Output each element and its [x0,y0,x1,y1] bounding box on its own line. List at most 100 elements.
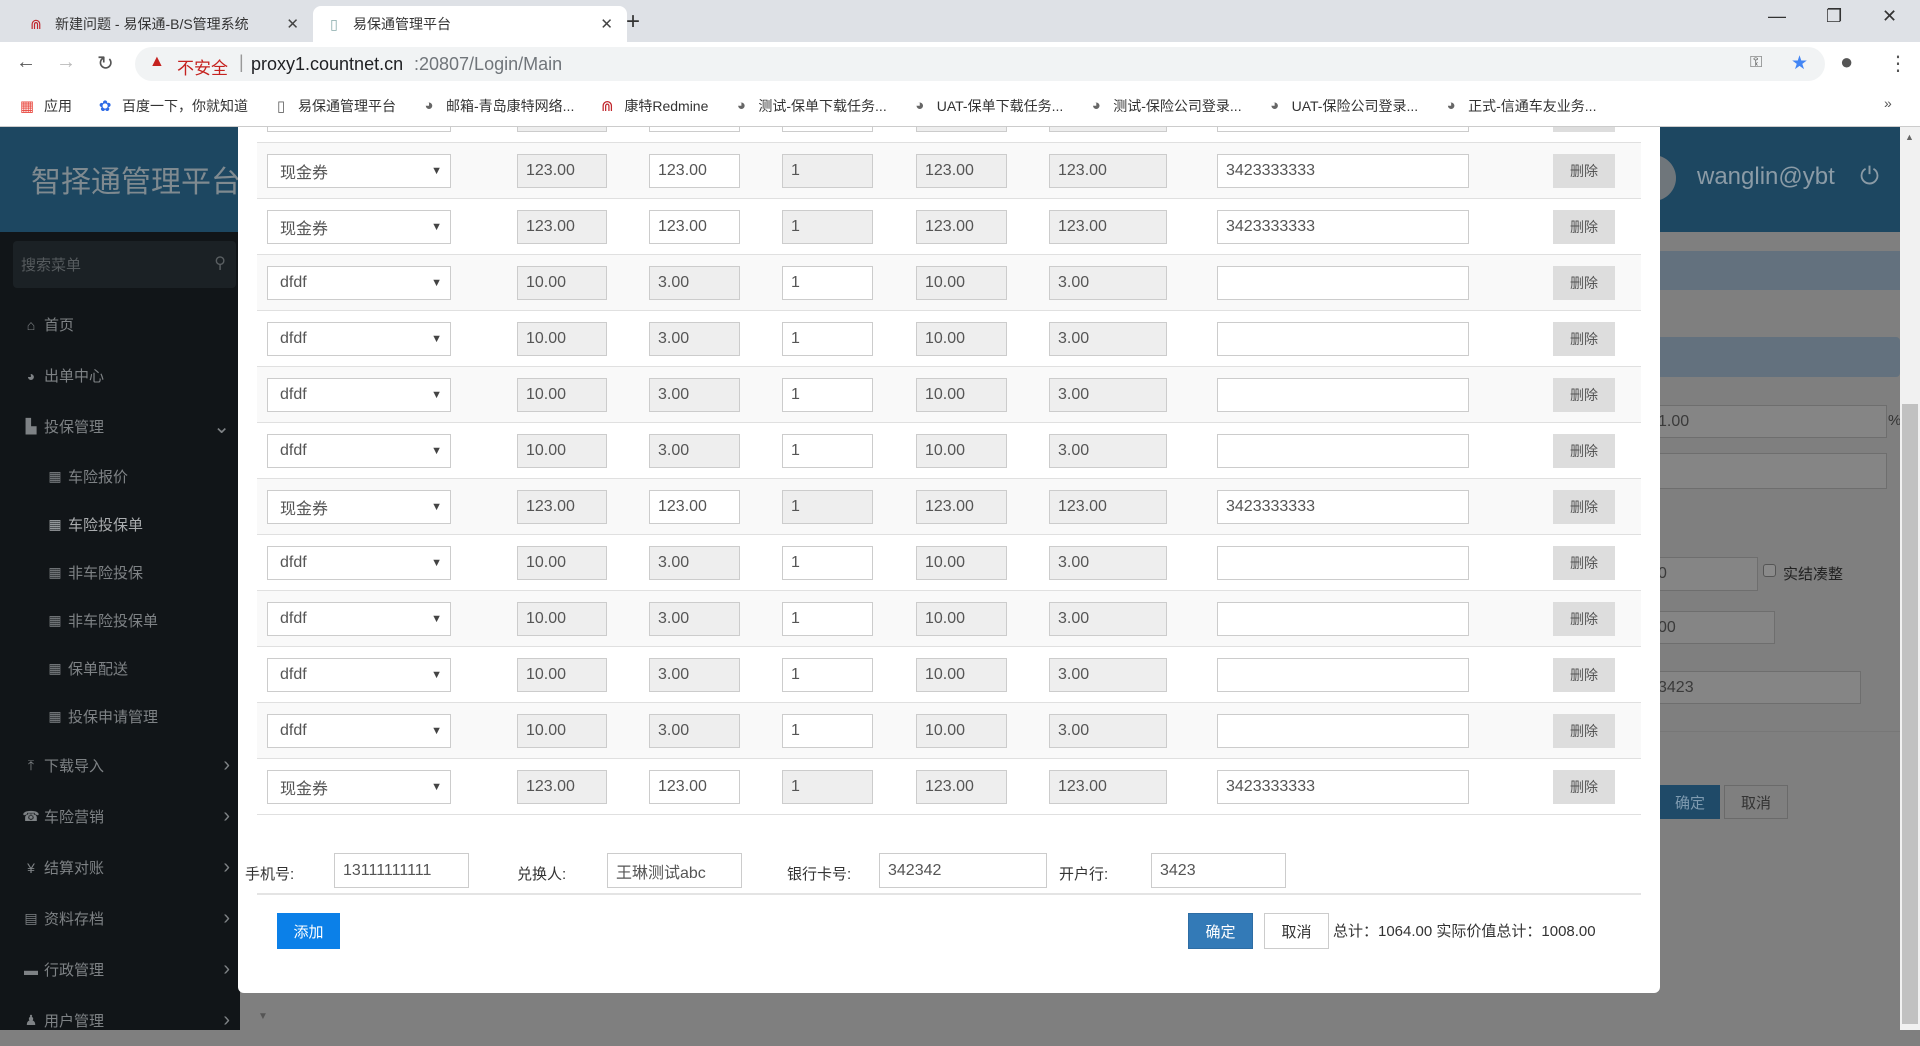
v4-input[interactable]: 3.00 [1049,658,1167,692]
round-checkbox[interactable] [1763,564,1776,577]
bg-ok-button[interactable]: 确定 [1660,785,1720,819]
v1-input[interactable]: 10.00 [517,266,607,300]
delete-button[interactable]: 删除 [1553,322,1615,356]
restore-icon[interactable]: ❐ [1826,6,1842,27]
bg-field-b[interactable]: 00 [1655,611,1775,644]
more-bookmarks-icon[interactable]: » [1884,95,1892,111]
input-field[interactable] [782,127,873,132]
search-icon[interactable]: ⚲ [214,253,226,273]
scroll-up-icon[interactable]: ▲ [1905,132,1914,142]
close-window-icon[interactable]: ✕ [1882,6,1897,27]
v4-input[interactable]: 3.00 [1049,378,1167,412]
minimize-icon[interactable]: — [1768,6,1786,27]
qty-input[interactable]: 1 [782,154,873,188]
qty-input[interactable]: 1 [782,210,873,244]
delete-button[interactable]: 删除 [1553,434,1615,468]
scrollbar-thumb[interactable] [1902,404,1918,1024]
cancel-button[interactable]: 取消 [1264,913,1329,949]
v1-input[interactable]: 123.00 [517,770,607,804]
v2-input[interactable]: 3.00 [649,266,740,300]
bg-field[interactable] [1655,453,1887,489]
code-input[interactable] [1217,658,1469,692]
delete-button[interactable]: 删除 [1553,378,1615,412]
v1-input[interactable]: 123.00 [517,210,607,244]
qty-input[interactable]: 1 [782,546,873,580]
bg-field-a[interactable]: 0 [1655,557,1758,591]
sidebar-item[interactable]: ♟ 用户管理 › [0,995,240,1046]
bookmark[interactable]: ◕ UAT-保单下载任务... [911,96,1063,116]
confirm-button[interactable]: 确定 [1188,913,1253,949]
sidebar-item[interactable]: ▦ 车险报价 [0,452,240,500]
phone-input[interactable]: 13111111111 [334,853,469,888]
sidebar-item[interactable]: ▦ 非车险投保单 [0,596,240,644]
redeemer-input[interactable]: 王琳测试abc [607,853,742,888]
v4-input[interactable]: 3.00 [1049,714,1167,748]
qty-input[interactable]: 1 [782,770,873,804]
qty-input[interactable]: 1 [782,266,873,300]
v4-input[interactable]: 123.00 [1049,770,1167,804]
bank-card-input[interactable]: 342342 [879,853,1047,888]
sidebar-item[interactable]: ▦ 投保申请管理 [0,692,240,740]
delete-button[interactable]: 删除 [1553,266,1615,300]
v2-input[interactable]: 3.00 [649,434,740,468]
v4-input[interactable]: 3.00 [1049,434,1167,468]
voucher-type-select[interactable]: 现金券 ▼ [267,770,451,804]
v3-input[interactable]: 10.00 [916,322,1007,356]
bookmark[interactable]: ◕ 邮箱-青岛康特网络... [420,96,574,116]
code-input[interactable] [1217,322,1469,356]
browser-tab-platform[interactable]: ▯ 易保通管理平台 ✕ [313,6,627,42]
close-tab-icon[interactable]: ✕ [600,15,613,33]
v2-input[interactable]: 3.00 [649,546,740,580]
qty-input[interactable]: 1 [782,658,873,692]
bg-field-c[interactable]: 3423 [1655,671,1861,704]
delete-button[interactable]: 删除 [1553,602,1615,636]
code-input[interactable]: 3423333333 [1217,210,1469,244]
code-input[interactable]: 3423333333 [1217,154,1469,188]
bookmark[interactable]: ◕ 测试-保险公司登录... [1087,96,1242,116]
v1-input[interactable]: 10.00 [517,658,607,692]
v2-input[interactable]: 123.00 [649,490,740,524]
voucher-type-select[interactable]: dfdf ▼ [267,266,451,300]
delete-button[interactable]: 删除 [1553,210,1615,244]
menu-icon[interactable]: ⋮ [1888,51,1908,76]
key-icon[interactable]: ⚿ [1750,54,1762,72]
user-name[interactable]: wanglin@ybt [1697,163,1835,191]
qty-input[interactable]: 1 [782,714,873,748]
delete-button[interactable]: 删除 [1553,714,1615,748]
power-icon[interactable]: ⏻ [1860,163,1879,191]
sidebar-item[interactable]: ▦ 车险投保单 [0,500,240,548]
code-input[interactable] [1217,434,1469,468]
bg-cancel-button[interactable]: 取消 [1724,785,1788,819]
delete-button[interactable]: 删除 [1553,770,1615,804]
v2-input[interactable]: 3.00 [649,658,740,692]
voucher-type-select[interactable]: dfdf ▼ [267,602,451,636]
v2-input[interactable]: 3.00 [649,322,740,356]
sidebar-item[interactable]: ▦ 非车险投保 [0,548,240,596]
sidebar-item[interactable]: ☎ 车险营销 › [0,791,240,842]
v3-input[interactable]: 123.00 [916,490,1007,524]
input-field[interactable] [1049,127,1167,132]
voucher-type-select[interactable]: 现金券 ▼ [267,210,451,244]
forward-icon[interactable]: → [56,51,76,74]
sidebar-item[interactable]: ◕ 出单中心 [0,350,240,401]
delete-button[interactable]: 删除 [1553,546,1615,580]
v4-input[interactable]: 123.00 [1049,210,1167,244]
voucher-type-select[interactable]: dfdf ▼ [267,658,451,692]
code-input[interactable] [1217,714,1469,748]
voucher-type-select[interactable]: 现金券 ▼ [267,490,451,524]
v1-input[interactable]: 10.00 [517,378,607,412]
v3-input[interactable]: 123.00 [916,210,1007,244]
code-input[interactable] [1217,266,1469,300]
voucher-type-select[interactable]: 现金券 ▼ [267,154,451,188]
sidebar-item[interactable]: ▤ 资料存档 › [0,893,240,944]
input-field[interactable] [267,127,451,132]
v4-input[interactable]: 123.00 [1049,490,1167,524]
v3-input[interactable]: 10.00 [916,434,1007,468]
input-field[interactable] [1217,127,1469,132]
v4-input[interactable]: 123.00 [1049,154,1167,188]
close-tab-icon[interactable]: ✕ [286,15,299,33]
star-icon[interactable]: ★ [1791,52,1808,75]
v3-input[interactable]: 10.00 [916,378,1007,412]
v1-input[interactable]: 10.00 [517,714,607,748]
v3-input[interactable]: 123.00 [916,154,1007,188]
